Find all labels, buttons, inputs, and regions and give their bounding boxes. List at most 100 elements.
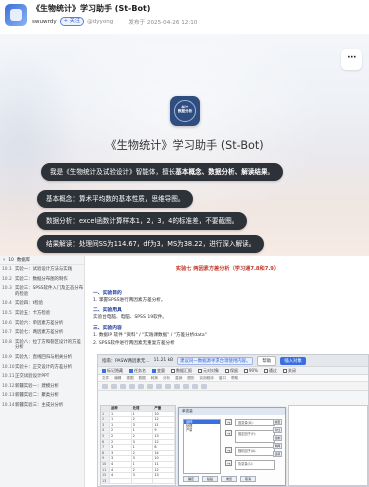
grid-cell[interactable]: 2 xyxy=(110,428,132,433)
grid-cell[interactable]: 4 xyxy=(110,461,132,467)
dialog-footer-button[interactable]: 重置 xyxy=(221,476,237,482)
spss-data-grid[interactable]: 品种 处理 产量 1 1 1 10 2 1 2 12 3 1 3 11 4 2 1 9 5 2 2 13 6 2 3 12 7 3 1 8 8… xyxy=(100,405,176,486)
spss-toolbar-option[interactable]: 通过 xyxy=(263,368,277,374)
undo-icon[interactable] xyxy=(129,383,135,389)
grid-cell[interactable]: 7 xyxy=(101,445,110,450)
more-options-button[interactable]: ··· xyxy=(341,49,362,70)
prompt-concept-button[interactable]: 基本概念：算术平均数的基本性质，思维导图。 xyxy=(37,190,194,208)
move-arrow-button[interactable]: → xyxy=(225,430,232,436)
grid-cell[interactable]: 2 xyxy=(132,433,154,439)
grid-cell[interactable]: 1 xyxy=(132,411,154,417)
grid-cell[interactable]: 12 xyxy=(153,417,176,422)
print-icon[interactable] xyxy=(120,383,126,389)
insert-case-icon[interactable] xyxy=(174,383,180,389)
grid-cell[interactable]: 3 xyxy=(110,450,132,456)
grid-cell[interactable]: 1 xyxy=(110,411,132,417)
grid-cell[interactable]: 1 xyxy=(110,417,132,422)
grid-cell[interactable]: 13 xyxy=(153,433,176,439)
follow-button[interactable]: + 关注 xyxy=(59,17,85,26)
spss-menu-item[interactable]: 视图 xyxy=(126,376,133,381)
checkbox-icon[interactable] xyxy=(152,368,156,373)
toc-item[interactable]: 10.5 实验五：卡方检验 xyxy=(0,309,84,319)
target-variable-box[interactable]: 随机因子(A): xyxy=(235,447,275,456)
spss-toolbar-option[interactable]: 90% xyxy=(244,368,258,373)
grid-cell[interactable]: 2 xyxy=(132,417,154,422)
grid-cell[interactable]: 4 xyxy=(110,467,132,473)
checkbox-icon[interactable] xyxy=(171,368,175,373)
checkbox-icon[interactable] xyxy=(282,368,287,373)
spss-toolbar-option[interactable]: 任务名 xyxy=(129,368,146,374)
grid-cell[interactable]: 14 xyxy=(153,450,176,456)
grid-cell[interactable] xyxy=(153,478,176,484)
insert-object-button[interactable]: 插入对象 xyxy=(280,356,306,365)
grid-cell[interactable]: 5 xyxy=(101,433,110,439)
grid-cell[interactable]: 12 xyxy=(101,473,110,478)
toc-item[interactable]: 10.2 实验二：数据分布图的制作 xyxy=(0,275,84,285)
weight-icon[interactable] xyxy=(192,383,198,389)
checkbox-icon[interactable] xyxy=(263,368,268,373)
spss-menu-item[interactable]: 转换 xyxy=(151,376,158,381)
grid-cell[interactable]: 11 xyxy=(153,422,176,428)
grid-cell[interactable]: 1 xyxy=(132,428,154,433)
move-arrow-button[interactable]: → xyxy=(225,460,232,466)
spss-toolbar-option[interactable]: 关闭 xyxy=(282,368,296,374)
spss-toolbar-option[interactable]: 标记隐藏 xyxy=(102,368,123,374)
grid-cell[interactable]: 6 xyxy=(101,439,110,445)
spss-toolbar-option[interactable]: 变量 xyxy=(152,368,165,374)
grid-cell[interactable]: 3 xyxy=(101,422,110,428)
toc-item[interactable]: 10.11 正交试验设计PPT xyxy=(0,372,84,382)
checkbox-icon[interactable] xyxy=(225,368,229,373)
variable-item[interactable]: 产量 xyxy=(184,428,220,432)
select-cases-icon[interactable] xyxy=(201,383,207,389)
grid-cell[interactable] xyxy=(110,478,132,484)
target-variable-box[interactable]: 协变量(C): xyxy=(235,460,275,470)
grid-cell[interactable]: 2 xyxy=(110,439,132,445)
grid-cell[interactable]: 2 xyxy=(132,467,154,473)
spss-menu-item[interactable]: 直销 xyxy=(175,376,182,381)
author-name[interactable]: swuwrdy xyxy=(32,19,57,25)
toc-item[interactable]: 10.9 实验九：直线回归与相关分析 xyxy=(0,353,84,363)
spss-toolbar-option[interactable]: 数据汇报 xyxy=(171,368,192,374)
sidebar-header[interactable]: ▾ 10 数据库 xyxy=(0,256,84,265)
prompt-analysis-button[interactable]: 数据分析：excel函数计算样本1，2，3，4的标准差，不要截图。 xyxy=(37,212,248,230)
find-icon[interactable] xyxy=(165,383,171,389)
grid-cell[interactable]: 1 xyxy=(132,445,154,450)
grid-cell[interactable]: 13 xyxy=(101,478,110,484)
grid-cell[interactable]: 4 xyxy=(110,473,132,478)
grid-header-cell[interactable]: 产量 xyxy=(153,406,176,411)
toc-item[interactable]: 10.10 实验十：正交设计的方差分析 xyxy=(0,363,84,373)
spss-menu-item[interactable]: 文件 xyxy=(102,376,109,381)
spss-toolbar-option[interactable]: 保留 xyxy=(225,368,238,374)
grid-cell[interactable]: 10 xyxy=(153,411,176,417)
grid-cell[interactable]: 3 xyxy=(110,456,132,461)
toc-item[interactable]: 10.3 实验三：SPSS软件入门及正态分布的检验 xyxy=(0,284,84,299)
spss-menu-item[interactable]: 编辑 xyxy=(114,376,121,381)
goto-icon[interactable] xyxy=(147,383,153,389)
spss-menu-item[interactable]: 实用程序 xyxy=(200,376,214,381)
grid-cell[interactable]: 9 xyxy=(101,456,110,461)
grid-cell[interactable] xyxy=(132,478,154,484)
variables-icon[interactable] xyxy=(156,383,162,389)
dialog-side-button[interactable]: 选项 xyxy=(273,451,282,457)
grid-cell[interactable]: 2 xyxy=(132,450,154,456)
grid-cell[interactable]: 13 xyxy=(153,473,176,478)
grid-cell[interactable]: 9 xyxy=(153,428,176,433)
toc-item[interactable]: 10.4 实验四：t检验 xyxy=(0,299,84,309)
spss-menu-item[interactable]: 图形 xyxy=(187,376,194,381)
dialog-footer-button[interactable]: 确定 xyxy=(183,476,199,482)
target-variable-box[interactable]: 因变量(D): xyxy=(235,419,275,426)
collapse-arrow-icon[interactable]: ▾ xyxy=(3,258,5,263)
save-icon[interactable] xyxy=(111,383,117,389)
grid-cell[interactable]: 3 xyxy=(132,456,154,461)
dialog-footer-button[interactable]: 粘贴 xyxy=(202,476,218,482)
grid-cell[interactable]: 4 xyxy=(101,428,110,433)
grid-header-cell[interactable]: 品种 xyxy=(110,406,132,411)
grid-cell[interactable]: 3 xyxy=(132,473,154,478)
checkbox-icon[interactable] xyxy=(102,368,106,373)
dialog-side-button[interactable]: 两两 xyxy=(273,443,282,449)
grid-cell[interactable]: 1 xyxy=(132,461,154,467)
grid-cell[interactable]: 12 xyxy=(153,439,176,445)
toc-item[interactable]: 10.1 实验一：试验设计方法与实践 xyxy=(0,265,84,275)
author-handle[interactable]: @dyyong xyxy=(87,19,113,25)
grid-cell[interactable]: 10 xyxy=(101,461,110,467)
